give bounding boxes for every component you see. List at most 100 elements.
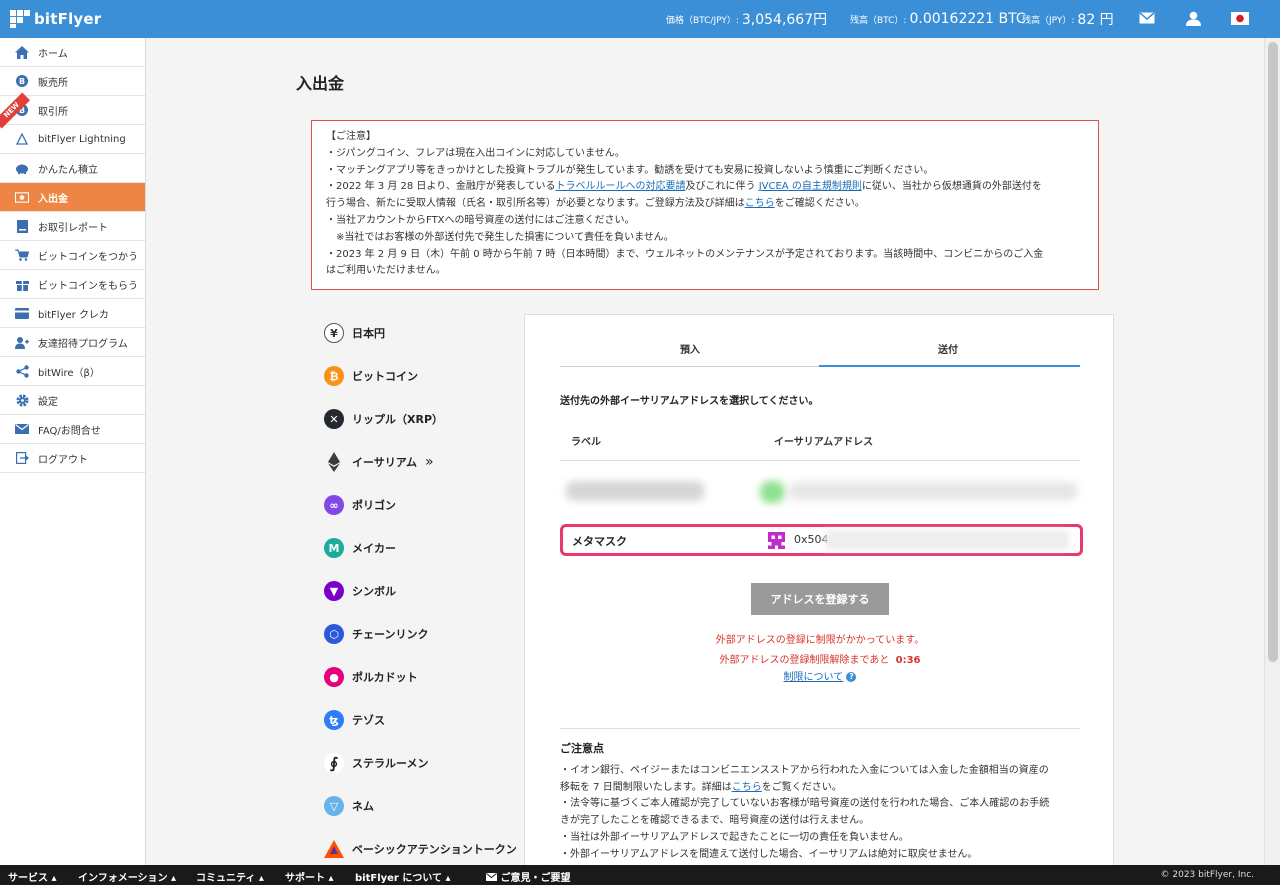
column-header-label: ラベル xyxy=(571,437,601,448)
sidebar-item-deposit-withdraw[interactable]: 入出金 xyxy=(0,183,145,212)
sidebar-item-label: 取引所 xyxy=(38,106,68,118)
sidebar-item-label: bitWire（β） xyxy=(38,367,100,379)
jpy-balance-stat: 残高（JPY）: 82 円 xyxy=(1022,0,1114,38)
currency-item-stellar[interactable]: ∮ ステラルーメン xyxy=(324,752,429,774)
bitflyer-logo[interactable]: bitFlyer xyxy=(10,9,101,29)
sidebar-item-bitwire[interactable]: bitWire（β） xyxy=(0,357,145,386)
cart-icon xyxy=(15,248,29,262)
main-content: 入出金 【ご注意】 ・ジパングコイン、フレアは現在入出コインに対応していません。… xyxy=(146,38,1264,874)
help-icon[interactable]: ? xyxy=(846,672,857,682)
address-row-redacted[interactable] xyxy=(560,473,1080,511)
sidebar-item-invite-friends[interactable]: 友達招待プログラム xyxy=(0,328,145,357)
jvcea-rules-link[interactable]: JVCEA の自主規制規則 xyxy=(759,181,862,192)
sidebar-item-trade-report[interactable]: お取引レポート xyxy=(0,212,145,241)
currency-label: ポルカドット xyxy=(352,671,418,684)
notice-text: ・2022 年 3 月 28 日より、金融庁が発表している xyxy=(326,181,556,193)
currency-item-symbol[interactable]: ▼ シンボル xyxy=(324,580,396,602)
register-address-button[interactable]: アドレスを登録する xyxy=(751,583,889,615)
copyright: © 2023 bitFlyer, Inc. xyxy=(1160,870,1255,880)
polygon-icon: ∞ xyxy=(324,495,344,515)
sidebar: ホーム B 販売所 B 取引所 bitFlyer Lightning かんたん積… xyxy=(0,38,146,865)
yen-icon: ¥ xyxy=(324,323,344,343)
nem-icon: ▽ xyxy=(324,796,344,816)
currency-item-nem[interactable]: ▽ ネム xyxy=(324,795,374,817)
bitcoin-icon: ₿ xyxy=(324,366,344,386)
select-address-heading: 送付先の外部イーサリアムアドレスを選択してください。 xyxy=(560,396,819,407)
footer-menu-information[interactable]: インフォメーション ▴ xyxy=(78,869,176,884)
footer-menu-about[interactable]: bitFlyer について ▴ xyxy=(355,869,451,884)
sidebar-item-label: FAQ/お問合せ xyxy=(38,425,101,437)
sidebar-item-label: お取引レポート xyxy=(38,222,108,234)
notice-line: ・2022 年 3 月 28 日より、金融庁が発表しているトラベルルールへの対応… xyxy=(326,179,1084,196)
currency-item-bitcoin[interactable]: ₿ ビットコイン xyxy=(324,365,418,387)
notice-line: ・2023 年 2 月 9 日（木）午前 0 時から午前 7 時（日本時間）まで… xyxy=(326,248,1044,260)
currency-item-xrp[interactable]: ✕ リップル（XRP） xyxy=(324,408,443,430)
tab-send[interactable]: 送付 xyxy=(938,341,958,356)
selected-indicator-icon: » xyxy=(425,454,434,470)
sidebar-item-label: 設定 xyxy=(38,396,58,408)
currency-item-jpy[interactable]: ¥ 日本円 xyxy=(324,322,385,344)
details-link[interactable]: こちら xyxy=(745,198,775,209)
feedback-mail-icon xyxy=(486,873,497,884)
address-row-selected[interactable]: メタマスク 0x504 xyxy=(560,524,1083,556)
currency-item-tezos[interactable]: ꜩ テゾス xyxy=(324,709,385,731)
sidebar-item-label: ログアウト xyxy=(38,454,88,466)
bitflyer-logo-icon xyxy=(10,10,30,28)
scrollbar-thumb[interactable] xyxy=(1268,42,1278,662)
piggy-bank-icon xyxy=(15,161,29,175)
btc-balance-label: 残高（BTC）: xyxy=(850,15,907,26)
mail-icon[interactable] xyxy=(1139,12,1155,28)
sidebar-item-credit-card[interactable]: bitFlyer クレカ xyxy=(0,299,145,328)
tab-deposit[interactable]: 預入 xyxy=(680,341,700,356)
maker-icon: M xyxy=(324,538,344,558)
redacted-identicon xyxy=(760,481,785,503)
page-scrollbar[interactable] xyxy=(1264,38,1280,865)
caution-text: 移転を 7 日間制限いたします。詳細は xyxy=(560,781,732,793)
sidebar-item-home[interactable]: ホーム xyxy=(0,38,145,67)
footer-menu-services[interactable]: サービス ▴ xyxy=(8,869,57,884)
notice-line: 行う場合、新たに受取人情報（氏名・取引所名等）が必要となります。ご登録方法及び詳… xyxy=(326,196,1084,213)
sidebar-item-settings[interactable]: 設定 xyxy=(0,386,145,415)
sidebar-item-easy-savings[interactable]: かんたん積立 xyxy=(0,154,145,183)
home-icon xyxy=(15,45,29,59)
jpy-balance-label: 残高（JPY）: xyxy=(1022,15,1075,26)
currency-item-polygon[interactable]: ∞ ポリゴン xyxy=(324,494,396,516)
sidebar-item-get-bitcoin[interactable]: ビットコインをもらう xyxy=(0,270,145,299)
currency-item-chainlink[interactable]: ⬡ チェーンリンク xyxy=(324,623,428,645)
redacted-label xyxy=(565,481,705,501)
caution-details-link[interactable]: こちら xyxy=(732,782,762,793)
currency-label: リップル（XRP） xyxy=(352,413,444,426)
notice-line: ・当社アカウントからFTXへの暗号資産の送付にはご注意ください。 xyxy=(326,214,635,226)
footer-bar: サービス ▴ インフォメーション ▴ コミュニティ ▴ サポート ▴ bitFl… xyxy=(0,865,1280,885)
japan-flag-icon[interactable] xyxy=(1231,12,1249,28)
price-value: 3,054,667円 xyxy=(741,12,828,28)
footer-menu-community[interactable]: コミュニティ ▴ xyxy=(196,869,264,884)
share-icon xyxy=(15,364,29,378)
sidebar-item-lightning[interactable]: bitFlyer Lightning xyxy=(0,125,145,154)
travel-rule-link[interactable]: トラベルルールへの対応要請 xyxy=(556,181,686,192)
notice-text: 及びこれに伴う xyxy=(685,181,759,193)
sidebar-item-faq[interactable]: FAQ/お問合せ xyxy=(0,415,145,444)
about-restriction-link[interactable]: 制限について xyxy=(784,672,844,683)
card-icon xyxy=(15,306,29,320)
brand-name: bitFlyer xyxy=(34,10,102,28)
ethereum-address: 0x504 xyxy=(794,533,829,546)
sidebar-item-logout[interactable]: ログアウト xyxy=(0,444,145,473)
currency-item-bat[interactable]: ベーシックアテンショントークン xyxy=(324,838,517,860)
restriction-help: 制限について ? xyxy=(525,668,1115,683)
currency-item-polkadot[interactable]: ● ポルカドット xyxy=(324,666,418,688)
redacted-address xyxy=(788,482,1078,500)
notice-line: ※当社ではお客様の外部送付先で発生した損害について責任を負いません。 xyxy=(326,231,674,243)
currency-label: ポリゴン xyxy=(352,499,396,512)
footer-menu-support[interactable]: サポート ▴ xyxy=(285,869,334,884)
currency-item-maker[interactable]: M メイカー xyxy=(324,537,396,559)
countdown-value: 0:36 xyxy=(895,655,921,666)
notice-line: 【ご注意】 xyxy=(326,131,376,142)
user-icon[interactable] xyxy=(1186,11,1201,27)
currency-item-ethereum[interactable]: イーサリアム » xyxy=(324,451,434,473)
footer-feedback-link[interactable]: ご意見・ご要望 xyxy=(486,869,570,884)
sidebar-item-use-bitcoin[interactable]: ビットコインをつかう xyxy=(0,241,145,270)
currency-label: 日本円 xyxy=(352,327,385,340)
currency-label: ネム xyxy=(352,800,374,813)
tezos-icon: ꜩ xyxy=(324,710,344,730)
